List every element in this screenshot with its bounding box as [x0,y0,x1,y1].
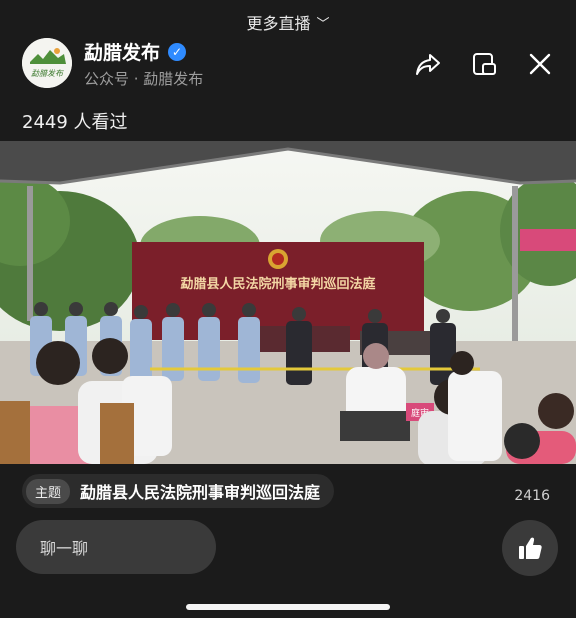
avatar-text: 勐腊发布 [31,69,64,78]
topic-text: 勐腊县人民法院刑事审判巡回法庭 [80,483,321,502]
float-window-icon [473,53,496,75]
court-banner-text: 勐腊县人民法院刑事审判巡回法庭 [180,276,376,292]
chat-input[interactable]: 聊一聊 [16,520,216,574]
topic-tag: 主题 [26,478,71,504]
like-button[interactable] [502,520,558,576]
logo-icon: 勐腊发布 [22,38,72,88]
share-icon [416,54,440,75]
float-window-button[interactable] [468,48,500,80]
topic-chip[interactable]: 主题 勐腊县人民法院刑事审判巡回法庭 [22,474,335,508]
like-count: 2416 [514,488,550,504]
close-icon [529,53,551,75]
account-name[interactable]: 勐腊发布 [84,38,160,65]
home-indicator[interactable] [186,604,390,610]
account-header: 勐腊发布 勐腊发布 ✓ 公众号 · 勐腊发布 [20,36,556,92]
thumb-up-icon [519,537,542,559]
more-live-label: 更多直播 [246,14,311,33]
avatar[interactable]: 勐腊发布 [22,38,72,88]
viewer-count: 2449 人看过 [22,112,128,133]
verified-icon: ✓ [168,42,187,61]
video-frame: 勐腊县人民法院刑事审判巡回法庭 庭审 [0,141,576,464]
account-subtitle: 公众号 · 勐腊发布 [84,70,204,88]
more-live-button[interactable]: 更多直播 ﹀ [0,10,576,34]
close-button[interactable] [524,48,556,80]
chat-placeholder: 聊一聊 [40,539,89,558]
chevron-down-icon: ﹀ [316,17,330,32]
topic-row: 主题 勐腊县人民法院刑事审判巡回法庭 2416 [22,474,554,508]
live-video[interactable]: 勐腊县人民法院刑事审判巡回法庭 庭审 [0,141,576,464]
share-button[interactable] [412,48,444,80]
